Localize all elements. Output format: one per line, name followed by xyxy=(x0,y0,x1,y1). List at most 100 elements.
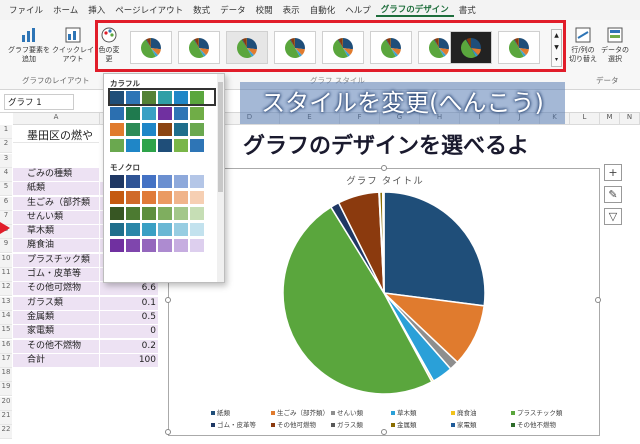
table-cell-value[interactable]: 100 xyxy=(100,353,158,368)
row-number[interactable]: 6 xyxy=(0,196,12,211)
row-number[interactable]: 14 xyxy=(0,310,12,325)
legend-entry[interactable]: 家電類 xyxy=(451,419,477,429)
name-box[interactable]: グラフ 1 xyxy=(4,94,74,110)
chart-style-4[interactable] xyxy=(274,31,316,64)
legend-entry[interactable]: プラスチック類 xyxy=(511,407,562,417)
menu-item[interactable]: 挿入 xyxy=(83,4,110,16)
legend-entry[interactable]: その他不燃物 xyxy=(511,419,556,429)
column-header[interactable]: M xyxy=(600,113,620,125)
select-data-button[interactable]: データの選択 xyxy=(600,26,630,64)
resize-handle[interactable] xyxy=(165,429,171,435)
row-number[interactable]: 20 xyxy=(0,396,12,411)
row-number[interactable]: 3 xyxy=(0,153,12,168)
row-number[interactable]: 17 xyxy=(0,353,12,368)
row-number[interactable]: 15 xyxy=(0,325,12,340)
legend-entry[interactable]: 金属類 xyxy=(391,419,417,429)
table-cell-value[interactable]: 0.2 xyxy=(100,339,158,354)
menu-item[interactable]: ホーム xyxy=(48,4,83,16)
resize-handle[interactable] xyxy=(165,297,171,303)
palette-row[interactable] xyxy=(110,106,224,120)
table-cell-value[interactable]: 0.1 xyxy=(100,296,158,311)
legend-entry[interactable]: 草木類 xyxy=(391,407,417,417)
row-number[interactable]: 5 xyxy=(0,182,12,197)
palette-row[interactable] xyxy=(108,88,216,106)
legend-entry[interactable]: ゴム・皮革等 xyxy=(211,419,256,429)
menu-item[interactable]: 書式 xyxy=(454,4,481,16)
table-cell-name[interactable]: プラスチック類 xyxy=(13,253,99,268)
menu-item[interactable]: ページレイアウト xyxy=(110,4,188,16)
legend-entry[interactable]: ガラス類 xyxy=(331,419,363,429)
row-number[interactable]: 2 xyxy=(0,139,12,154)
legend-entry[interactable]: 廃食油 xyxy=(451,407,477,417)
resize-handle[interactable] xyxy=(381,429,387,435)
palette-row[interactable] xyxy=(110,174,224,188)
row-number[interactable]: 10 xyxy=(0,253,12,268)
table-cell-name[interactable]: ガラス類 xyxy=(13,296,99,311)
palette-row[interactable] xyxy=(110,222,224,236)
table-cell-name[interactable]: 紙類 xyxy=(13,182,99,197)
chart-style-1[interactable] xyxy=(130,31,172,64)
legend-entry[interactable]: 生ごみ（部芥類） xyxy=(271,407,329,417)
resize-handle[interactable] xyxy=(595,297,601,303)
row-number[interactable]: 11 xyxy=(0,268,12,282)
row-number[interactable]: 19 xyxy=(0,382,12,397)
chart-filters-button[interactable]: ▽ xyxy=(604,208,622,225)
row-number[interactable]: 21 xyxy=(0,411,12,425)
chart-elements-button[interactable]: + xyxy=(604,164,622,181)
column-header[interactable]: L xyxy=(570,113,600,125)
row-number[interactable]: 1 xyxy=(0,125,12,139)
chart-style-3[interactable] xyxy=(226,31,268,64)
menu-item[interactable]: ヘルプ xyxy=(340,4,376,16)
table-cell-name[interactable]: ゴム・皮革等 xyxy=(13,268,99,282)
palette-row[interactable] xyxy=(110,238,224,252)
row-number[interactable]: 16 xyxy=(0,339,12,354)
row-number[interactable]: 4 xyxy=(0,167,12,182)
table-cell-value[interactable]: 0.5 xyxy=(100,310,158,325)
chart-style-9[interactable] xyxy=(498,31,540,64)
chart-style-8[interactable] xyxy=(450,31,492,64)
pie-slice[interactable] xyxy=(383,191,486,307)
pie-chart[interactable]: グラフ タイトル 紙類 生ごみ（部芥類） せんい類 草木類 廃食油 プラスチック類 ゴム・皮… xyxy=(165,165,601,436)
menu-item[interactable]: グラフのデザイン xyxy=(375,3,454,17)
menu-item[interactable]: 数式 xyxy=(188,4,215,16)
row-number[interactable]: 18 xyxy=(0,368,12,383)
resize-handle[interactable] xyxy=(381,165,387,171)
table-cell-value[interactable]: 0 xyxy=(100,325,158,340)
palette-row[interactable] xyxy=(110,138,224,152)
row-number[interactable]: 22 xyxy=(0,425,12,440)
menu-item[interactable]: 校閲 xyxy=(251,4,278,16)
menu-item[interactable]: ファイル xyxy=(4,4,48,16)
legend-entry[interactable]: せんい類 xyxy=(331,407,363,417)
row-number[interactable]: 13 xyxy=(0,296,12,311)
legend-entry[interactable]: その他可燃物 xyxy=(271,419,316,429)
sheet-title[interactable]: 墨田区の燃や xyxy=(13,129,99,143)
chart-style-5[interactable] xyxy=(322,31,364,64)
table-cell-name[interactable]: その他可燃物 xyxy=(13,282,99,297)
table-cell-name[interactable]: せんい類 xyxy=(13,210,99,225)
palette-row[interactable] xyxy=(110,122,224,136)
column-header[interactable]: A xyxy=(13,113,100,125)
palette-scrollbar[interactable] xyxy=(217,74,224,282)
table-header[interactable]: ごみの種類 xyxy=(13,167,99,182)
table-cell-name[interactable]: 家電類 xyxy=(13,325,99,340)
palette-scroll-thumb[interactable] xyxy=(218,82,223,192)
menu-item[interactable]: 表示 xyxy=(278,4,305,16)
table-cell-name[interactable]: 草木類 xyxy=(13,225,99,240)
menu-item[interactable]: 自動化 xyxy=(305,4,341,16)
table-cell-name[interactable]: 廃食油 xyxy=(13,239,99,254)
chart-styles-button[interactable]: ✎ xyxy=(604,186,622,203)
legend-entry[interactable]: 紙類 xyxy=(211,407,230,417)
palette-row[interactable] xyxy=(110,190,224,204)
table-cell-name[interactable]: 合計 xyxy=(13,353,99,368)
palette-row[interactable] xyxy=(110,206,224,220)
row-number[interactable]: 12 xyxy=(0,282,12,297)
chart-style-6[interactable] xyxy=(370,31,412,64)
chart-style-2[interactable] xyxy=(178,31,220,64)
row-number[interactable]: 9 xyxy=(0,239,12,254)
table-cell-name[interactable]: その他不燃物 xyxy=(13,339,99,354)
table-cell-name[interactable]: 金属類 xyxy=(13,310,99,325)
add-chart-element-button[interactable]: グラフ要素を追加 xyxy=(6,26,52,64)
gallery-scroll[interactable]: ▲ ▼ ▾ xyxy=(551,29,562,67)
column-header[interactable]: N xyxy=(620,113,640,125)
table-cell-name[interactable]: 生ごみ（部芥類 xyxy=(13,196,99,211)
